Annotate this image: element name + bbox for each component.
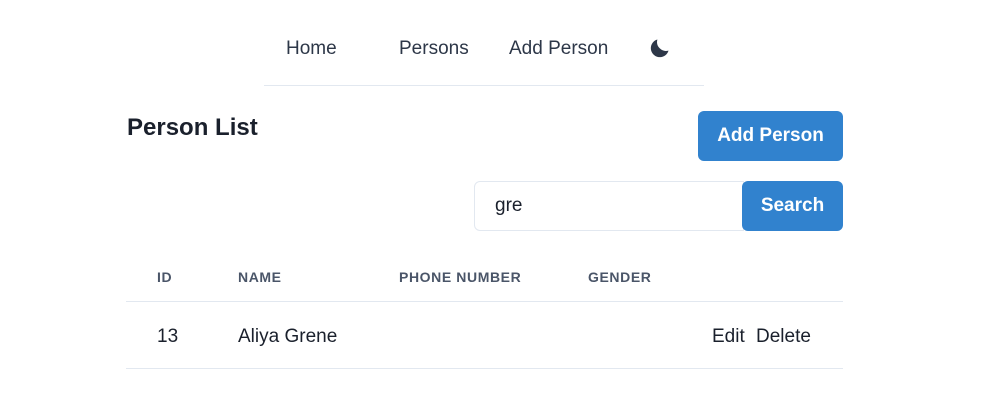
header-phone-number: PHONE NUMBER: [399, 269, 522, 285]
header-id: ID: [157, 269, 173, 285]
nav-persons-link[interactable]: Persons: [399, 38, 469, 60]
delete-link[interactable]: Delete: [756, 326, 811, 348]
header-gender: GENDER: [588, 269, 652, 285]
edit-link[interactable]: Edit: [712, 326, 745, 348]
person-table: ID NAME PHONE NUMBER GENDER 13 Aliya Gre…: [126, 250, 843, 369]
cell-id: 13: [157, 326, 179, 347]
top-nav: Home Persons Add Person: [264, 0, 704, 86]
nav-add-person-link[interactable]: Add Person: [509, 38, 608, 60]
search-input[interactable]: [474, 181, 744, 231]
cell-name: Aliya Grene: [238, 326, 338, 347]
moon-icon[interactable]: [648, 36, 672, 60]
table-header: ID NAME PHONE NUMBER GENDER: [126, 250, 843, 302]
page-title: Person List: [127, 114, 258, 141]
add-person-button[interactable]: Add Person: [698, 111, 843, 161]
nav-home-link[interactable]: Home: [286, 38, 337, 60]
search-button[interactable]: Search: [742, 181, 843, 231]
table-row: 13 Aliya Grene Edit Delete: [126, 302, 843, 369]
header-name: NAME: [238, 269, 282, 285]
